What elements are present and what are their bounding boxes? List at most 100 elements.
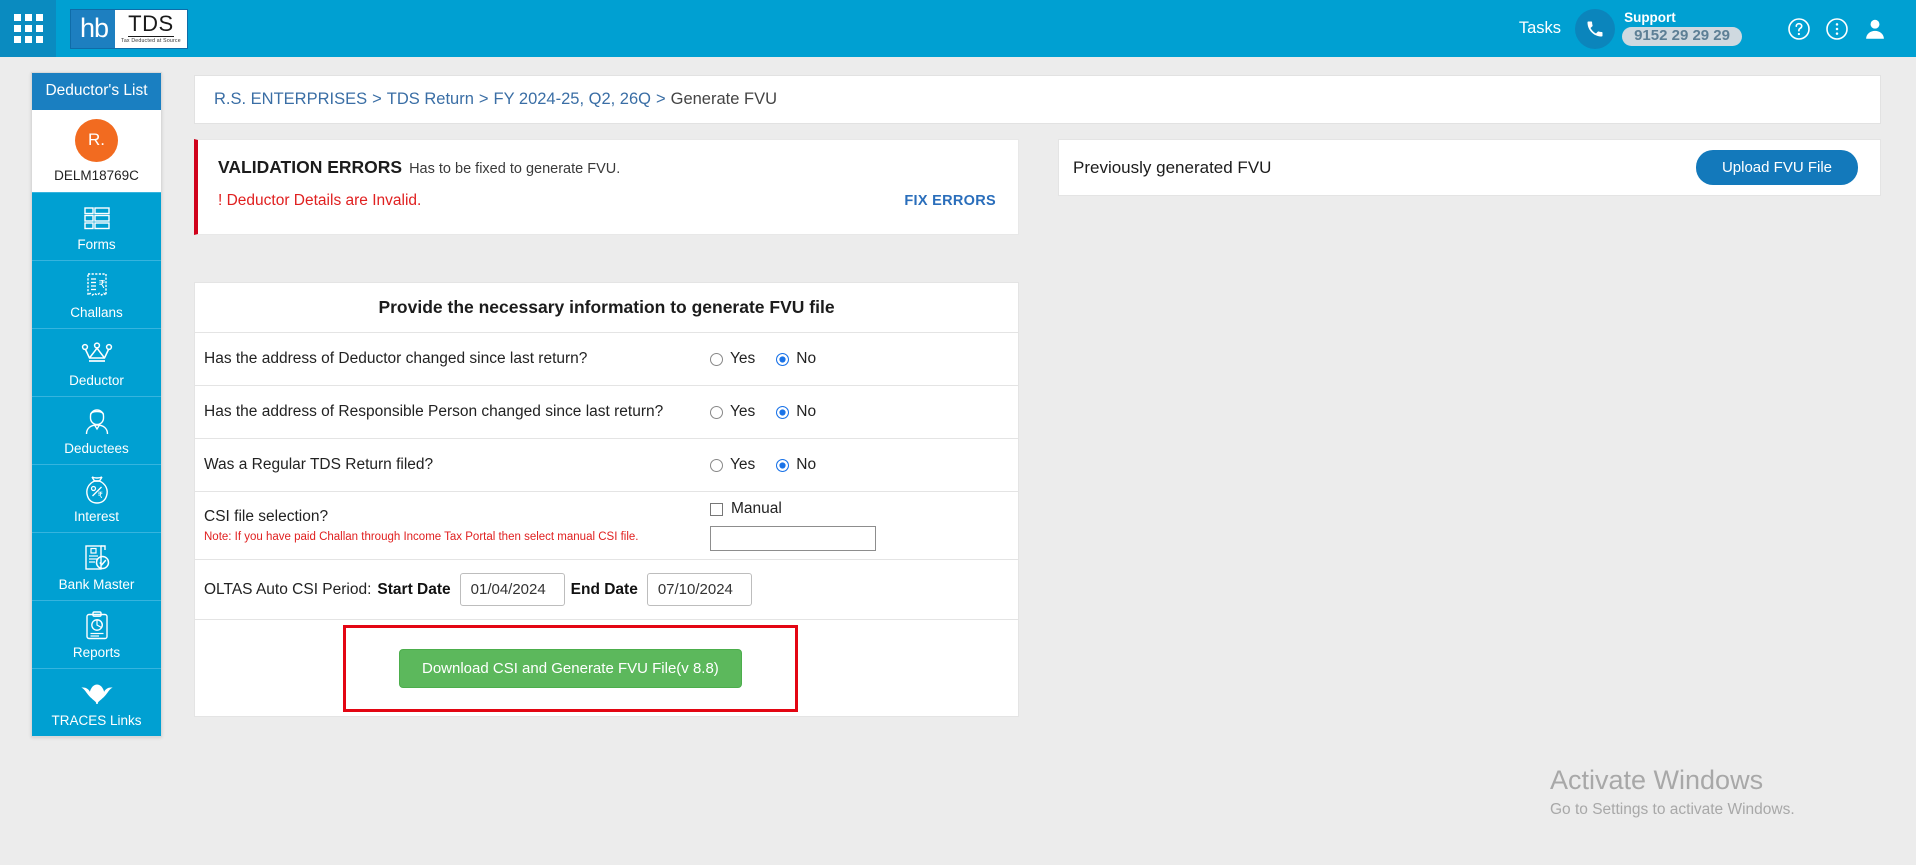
form-row-deductor-address: Has the address of Deductor changed sinc… — [195, 333, 1018, 386]
page-title: Provide the necessary information to gen… — [195, 283, 1018, 333]
sidebar: Deductor's List R. DELM18769C Forms ₹ Ch… — [31, 72, 162, 737]
start-date-label: Start Date — [377, 580, 451, 598]
previously-generated-fvu-panel: Previously generated FVU Upload FVU File — [1058, 139, 1881, 196]
manual-checkbox-row: Manual — [710, 500, 876, 518]
money-bag-glyph: ₹ — [85, 476, 108, 504]
logo-hb-text: hb — [80, 13, 109, 43]
fvu-form-card: Provide the necessary information to gen… — [194, 282, 1019, 717]
app-header: hb TDS Tax Deducted at Source Tasks Supp… — [0, 0, 1916, 57]
validation-error-row: ! Deductor Details are Invalid. FIX ERRO… — [218, 192, 996, 210]
manual-checkbox[interactable] — [710, 502, 723, 516]
radio-no-deductor-address[interactable] — [776, 352, 790, 366]
breadcrumb-item-period[interactable]: FY 2024-25, Q2, 26Q — [494, 90, 651, 109]
manual-csi-file-input[interactable] — [710, 526, 876, 551]
report-glyph — [85, 611, 108, 640]
upload-fvu-file-button[interactable]: Upload FVU File — [1695, 150, 1858, 185]
report-clipboard-icon — [84, 610, 110, 642]
form-row-submit: Download CSI and Generate FVU File(v 8.8… — [195, 620, 1018, 716]
avatar: R. — [75, 118, 118, 162]
form-row-label: Has the address of Deductor changed sinc… — [204, 349, 588, 367]
apps-grid-icon — [13, 14, 43, 43]
form-row-oltas-period: OLTAS Auto CSI Period: Start Date End Da… — [195, 560, 1018, 620]
forms-icon — [83, 202, 111, 234]
fix-errors-link[interactable]: FIX ERRORS — [904, 193, 996, 209]
radio-no-label[interactable]: No — [796, 456, 816, 474]
breadcrumb-item-company[interactable]: R.S. ENTERPRISES — [214, 90, 367, 109]
sidebar-item-label: TRACES Links — [51, 712, 142, 728]
user-glyph — [1866, 19, 1884, 39]
validation-subtitle: Has to be fixed to generate FVU. — [409, 161, 621, 177]
more-glyph — [1826, 17, 1848, 40]
svg-text:₹: ₹ — [97, 491, 102, 501]
sidebar-item-reports[interactable]: Reports — [32, 599, 161, 668]
traces-glyph — [80, 684, 113, 704]
end-date-input[interactable] — [646, 573, 752, 606]
phone-icon[interactable] — [1575, 8, 1616, 49]
header-actions: Tasks Support 9152 29 29 29 — [1519, 8, 1916, 49]
sidebar-title[interactable]: Deductor's List — [32, 73, 161, 110]
submit-highlight-annotation: Download CSI and Generate FVU File(v 8.8… — [343, 624, 798, 712]
breadcrumb-item-tds-return[interactable]: TDS Return — [387, 90, 474, 109]
start-date-input[interactable] — [459, 573, 565, 606]
crown-glyph — [81, 342, 112, 362]
download-csi-generate-fvu-button[interactable]: Download CSI and Generate FVU File(v 8.8… — [399, 648, 742, 688]
breadcrumb-item-current: Generate FVU — [670, 90, 778, 108]
watermark-subtitle: Go to Settings to activate Windows. — [1550, 800, 1795, 818]
sidebar-active-deductor[interactable]: R. DELM18769C — [32, 109, 161, 192]
radio-yes-label[interactable]: Yes — [730, 350, 755, 368]
validation-errors-panel: VALIDATION ERRORS Has to be fixed to gen… — [194, 139, 1019, 235]
phone-glyph — [1587, 21, 1603, 36]
end-date-label: End Date — [570, 580, 638, 598]
sidebar-item-bank-master[interactable]: Bank Master — [32, 531, 161, 600]
form-row-csi-selection: CSI file selection? Note: If you have pa… — [195, 492, 1018, 560]
crown-icon — [81, 338, 113, 370]
app-logo[interactable]: hb TDS Tax Deducted at Source — [70, 8, 188, 49]
forms-glyph — [83, 207, 110, 230]
sidebar-item-forms[interactable]: Forms — [32, 191, 161, 260]
form-row-label: Was a Regular TDS Return filed? — [204, 455, 434, 473]
radio-group-responsible-person-address: Yes No — [710, 403, 830, 421]
help-circle-icon[interactable] — [1780, 10, 1818, 48]
radio-group-deductor-address: Yes No — [710, 350, 830, 368]
logo-tds-text: TDS — [128, 10, 174, 37]
form-row-control: Yes No — [710, 403, 1018, 421]
deductor-tan: DELM18769C — [54, 167, 139, 183]
apps-launcher-button[interactable] — [0, 0, 56, 57]
radio-group-regular-return: Yes No — [710, 456, 830, 474]
user-avatar-icon[interactable] — [1856, 10, 1894, 48]
radio-no-label[interactable]: No — [796, 350, 816, 368]
oltas-label: OLTAS Auto CSI Period: — [204, 580, 372, 598]
form-row-responsible-person-address: Has the address of Responsible Person ch… — [195, 386, 1018, 439]
csi-label: CSI file selection? — [204, 507, 329, 525]
more-vertical-circle-icon[interactable] — [1818, 10, 1856, 48]
radio-no-regular-return[interactable] — [776, 458, 790, 472]
radio-yes-label[interactable]: Yes — [730, 403, 755, 421]
sidebar-item-label: Forms — [77, 236, 116, 252]
sidebar-item-interest[interactable]: ₹ Interest — [32, 463, 161, 532]
sidebar-item-label: Deductees — [64, 440, 129, 456]
radio-no-label[interactable]: No — [796, 403, 816, 421]
sidebar-item-traces-links[interactable]: TRACES Links — [32, 667, 161, 736]
radio-yes-deductor-address[interactable] — [710, 352, 723, 366]
radio-yes-regular-return[interactable] — [710, 458, 723, 472]
sidebar-item-label: Deductor — [69, 372, 124, 388]
bank-doc-glyph — [84, 545, 109, 570]
sidebar-item-label: Challans — [70, 304, 123, 320]
sidebar-item-deductor[interactable]: Deductor — [32, 327, 161, 396]
money-bag-icon: ₹ — [83, 474, 111, 506]
radio-yes-responsible-person[interactable] — [710, 405, 723, 419]
sidebar-item-challans[interactable]: ₹ Challans — [32, 259, 161, 328]
traces-logo-icon — [80, 678, 114, 710]
tasks-link[interactable]: Tasks — [1519, 19, 1561, 38]
radio-yes-label[interactable]: Yes — [730, 456, 755, 474]
support-details: Support 9152 29 29 29 — [1596, 9, 1758, 48]
radio-no-responsible-person[interactable] — [776, 405, 790, 419]
previously-generated-fvu-title: Previously generated FVU — [1073, 157, 1272, 177]
support-number: 9152 29 29 29 — [1622, 26, 1742, 47]
validation-header: VALIDATION ERRORS Has to be fixed to gen… — [218, 157, 996, 178]
support-widget[interactable]: Support 9152 29 29 29 — [1575, 8, 1758, 49]
manual-checkbox-label[interactable]: Manual — [731, 500, 782, 518]
validation-title: VALIDATION ERRORS — [218, 157, 403, 177]
sidebar-item-deductees[interactable]: Deductees — [32, 395, 161, 464]
person-glyph — [85, 409, 108, 434]
